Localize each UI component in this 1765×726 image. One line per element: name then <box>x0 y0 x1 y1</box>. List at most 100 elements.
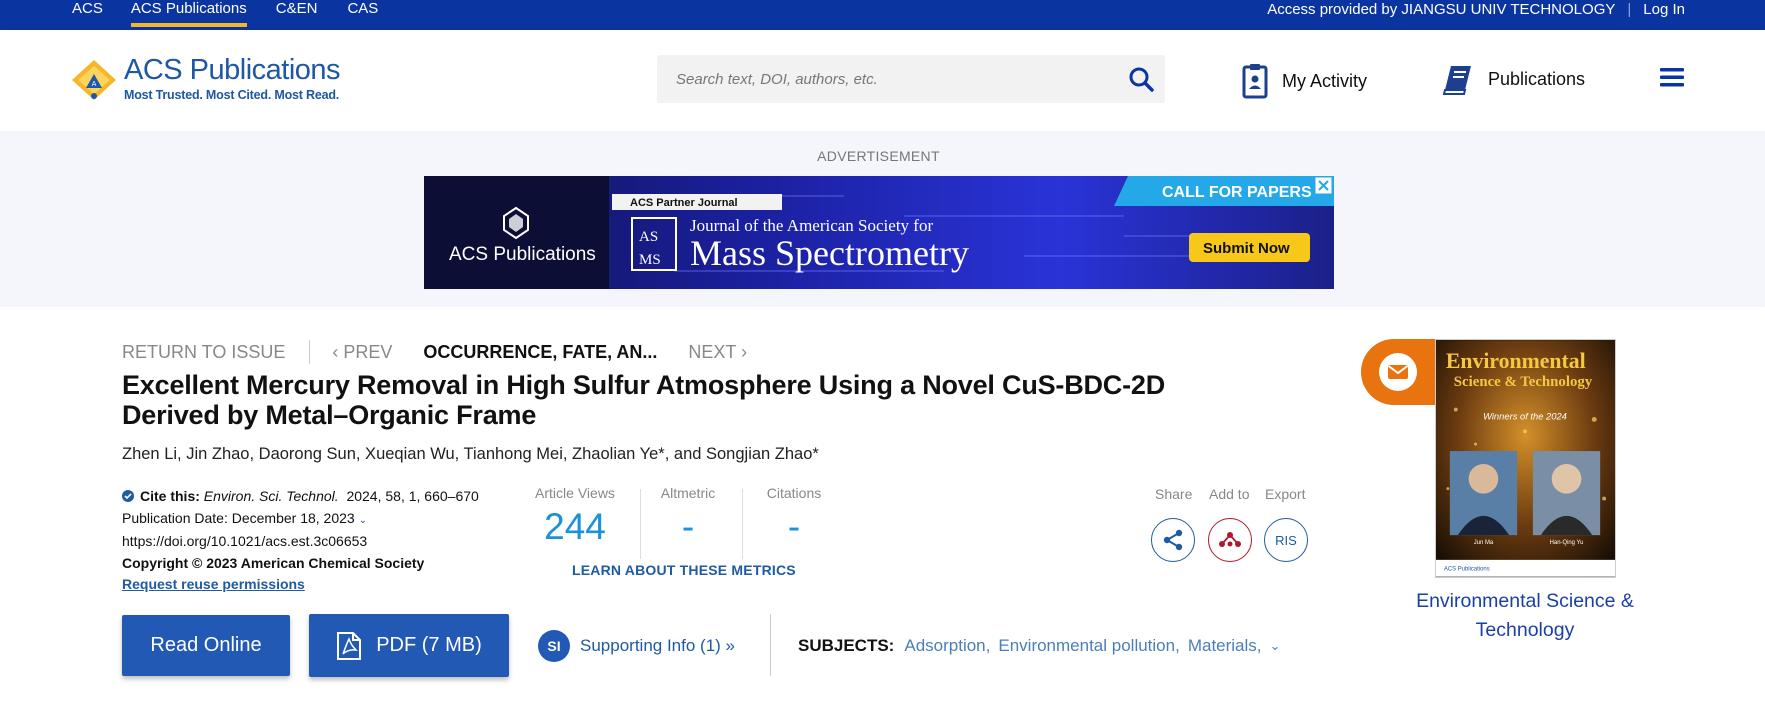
metric-label: Article Views <box>535 485 615 501</box>
metric-altmetric: Altmetric - <box>643 485 733 548</box>
cite-label: Cite this: <box>140 488 200 504</box>
mendeley-icon <box>1219 532 1241 547</box>
search-box <box>657 55 1165 103</box>
metric-citations: Citations - <box>747 485 841 548</box>
ad-publisher-text: ACS Publications <box>449 244 596 265</box>
cover-title-line2: Science & Technology <box>1454 374 1593 390</box>
metric-divider <box>640 489 641 559</box>
svg-text:AS: AS <box>639 229 658 245</box>
subjects-label: SUBJECTS: <box>798 636 895 655</box>
cite-reference: 2024, 58, 1, 660–670 <box>346 488 479 504</box>
export-label: Export <box>1265 486 1306 502</box>
subject-link[interactable]: Materials <box>1188 636 1257 656</box>
citation-block: Cite this: Environ. Sci. Technol. 2024, … <box>122 486 512 596</box>
metric-value: - <box>787 506 801 547</box>
share-label: Share <box>1155 486 1193 502</box>
ris-label: RIS <box>1275 532 1297 548</box>
cover-person-2: Han-Qing Yu <box>1550 540 1584 546</box>
svg-text:A: A <box>92 80 97 88</box>
cover-footer-text: ACS Publications <box>1444 567 1490 573</box>
cite-journal: Environ. Sci. Technol. <box>203 488 339 504</box>
prev-link[interactable]: ‹ PREV <box>332 342 392 363</box>
login-link[interactable]: Log In <box>1643 1 1685 19</box>
metric-label: Altmetric <box>660 485 716 501</box>
export-ris-button[interactable]: RIS <box>1264 518 1308 562</box>
metric-value: - <box>681 506 695 547</box>
chevron-left-icon: ‹ <box>332 341 344 362</box>
site-header: A ACS Publications Most Trusted. Most Ci… <box>0 30 1765 131</box>
separator: | <box>1627 1 1632 18</box>
svg-text:MS: MS <box>639 252 661 268</box>
next-link[interactable]: NEXT › <box>688 342 747 363</box>
cite-line[interactable]: Cite this: Environ. Sci. Technol. 2024, … <box>122 486 512 508</box>
prev-label: PREV <box>343 341 393 362</box>
nav-link-cen[interactable]: C&EN <box>276 0 318 30</box>
subjects-list: SUBJECTS: Adsorption, Environmental poll… <box>798 636 1281 656</box>
my-activity-link[interactable]: My Activity <box>1242 63 1367 99</box>
reuse-permissions-link[interactable]: Request reuse permissions <box>122 574 512 596</box>
my-activity-label: My Activity <box>1282 70 1368 91</box>
advertisement-band: ADVERTISEMENT ACS Publications ACS Partn… <box>0 131 1765 307</box>
share-button[interactable] <box>1151 518 1195 562</box>
supporting-info-label: Supporting Info (1) » <box>580 636 735 655</box>
cover-person-1: Jun Ma <box>1474 540 1494 546</box>
ad-submit-button: Submit Now <box>1203 240 1290 257</box>
chevron-right-icon: › <box>736 341 748 362</box>
article-title: Excellent Mercury Removal in High Sulfur… <box>122 370 1166 430</box>
access-provider-text: Access provided by JIANGSU UNIV TECHNOLO… <box>1267 1 1616 18</box>
publication-date-text: Publication Date: December 18, 2023 <box>122 509 355 526</box>
article-tools: Share Add to Export RIS <box>1145 486 1308 566</box>
learn-about-metrics-link[interactable]: LEARN ABOUT THESE METRICS <box>572 562 796 578</box>
si-badge: SI <box>538 630 570 662</box>
return-to-issue-link[interactable]: RETURN TO ISSUE <box>122 342 285 363</box>
current-section: OCCURRENCE, FATE, AN... <box>423 341 658 362</box>
account-area: Access provided by JIANGSU UNIV TECHNOLO… <box>1267 0 1685 20</box>
next-label: NEXT <box>688 341 737 362</box>
publications-link[interactable]: Publications <box>1442 63 1585 95</box>
journal-name-link[interactable]: Environmental Science & Technology <box>1405 587 1645 645</box>
issue-navigation: RETURN TO ISSUE ‹ PREV OCCURRENCE, FATE,… <box>122 340 747 364</box>
metric-article-views: Article Views 244 <box>519 485 631 548</box>
pdf-label: PDF (7 MB) <box>376 634 482 656</box>
cover-banner-text: Winners of the 2024 <box>1483 410 1567 421</box>
subject-link[interactable]: Adsorption <box>904 636 985 656</box>
cover-title-line1: Environmental <box>1446 349 1586 373</box>
metric-value: 244 <box>544 506 606 547</box>
ad-partner-text: ACS Partner Journal <box>630 197 738 209</box>
email-alert-tab[interactable] <box>1361 339 1441 405</box>
advertisement-label: ADVERTISEMENT <box>817 148 940 164</box>
add-to-mendeley-button[interactable] <box>1208 518 1252 562</box>
subject-link[interactable]: Environmental pollution <box>998 636 1175 656</box>
supporting-info-link[interactable]: SI Supporting Info (1) » <box>538 630 735 662</box>
hamburger-menu-icon[interactable] <box>1660 67 1684 87</box>
acs-publications-logo[interactable]: A ACS Publications Most Trusted. Most Ci… <box>70 54 341 108</box>
search-input[interactable] <box>657 55 1117 103</box>
pdf-download-button[interactable]: PDF (7 MB) <box>309 614 509 677</box>
chevron-down-icon[interactable]: ⌄ <box>1270 638 1281 654</box>
book-icon <box>1442 66 1471 95</box>
copyright-text: Copyright © 2023 American Chemical Socie… <box>122 554 425 571</box>
site-nav: ACS ACS Publications C&EN CAS <box>72 0 378 30</box>
metric-divider <box>742 489 743 559</box>
journal-cover-image[interactable]: Environmental Science & Technology Winne… <box>1435 339 1616 578</box>
divider <box>309 340 311 364</box>
ad-journal-line2: Mass Spectrometry <box>690 233 969 273</box>
share-icon <box>1163 529 1183 551</box>
author-list[interactable]: Zhen Li, Jin Zhao, Daorong Sun, Xueqian … <box>122 445 819 464</box>
ad-call-text: CALL FOR PAPERS <box>1162 184 1312 201</box>
ad-banner[interactable]: ACS Publications ACS Partner Journal AS … <box>424 176 1334 289</box>
nav-link-acs[interactable]: ACS <box>72 0 103 30</box>
envelope-icon <box>1387 365 1409 379</box>
nav-link-cas[interactable]: CAS <box>347 0 378 30</box>
logo-tagline: Most Trusted. Most Cited. Most Read. <box>124 88 340 102</box>
acs-logo-mark-icon: A <box>72 60 116 100</box>
chevron-down-icon: ⌄ <box>358 514 367 526</box>
doi-link[interactable]: https://doi.org/10.1021/acs.est.3c06653 <box>122 531 512 553</box>
divider <box>770 614 771 676</box>
add-to-label: Add to <box>1209 486 1250 502</box>
nav-link-acs-publications[interactable]: ACS Publications <box>130 0 247 30</box>
search-icon[interactable] <box>1127 65 1155 93</box>
publication-date[interactable]: Publication Date: December 18, 2023 ⌄ <box>122 508 512 532</box>
pdf-file-icon <box>337 631 362 660</box>
read-online-button[interactable]: Read Online <box>122 615 290 676</box>
